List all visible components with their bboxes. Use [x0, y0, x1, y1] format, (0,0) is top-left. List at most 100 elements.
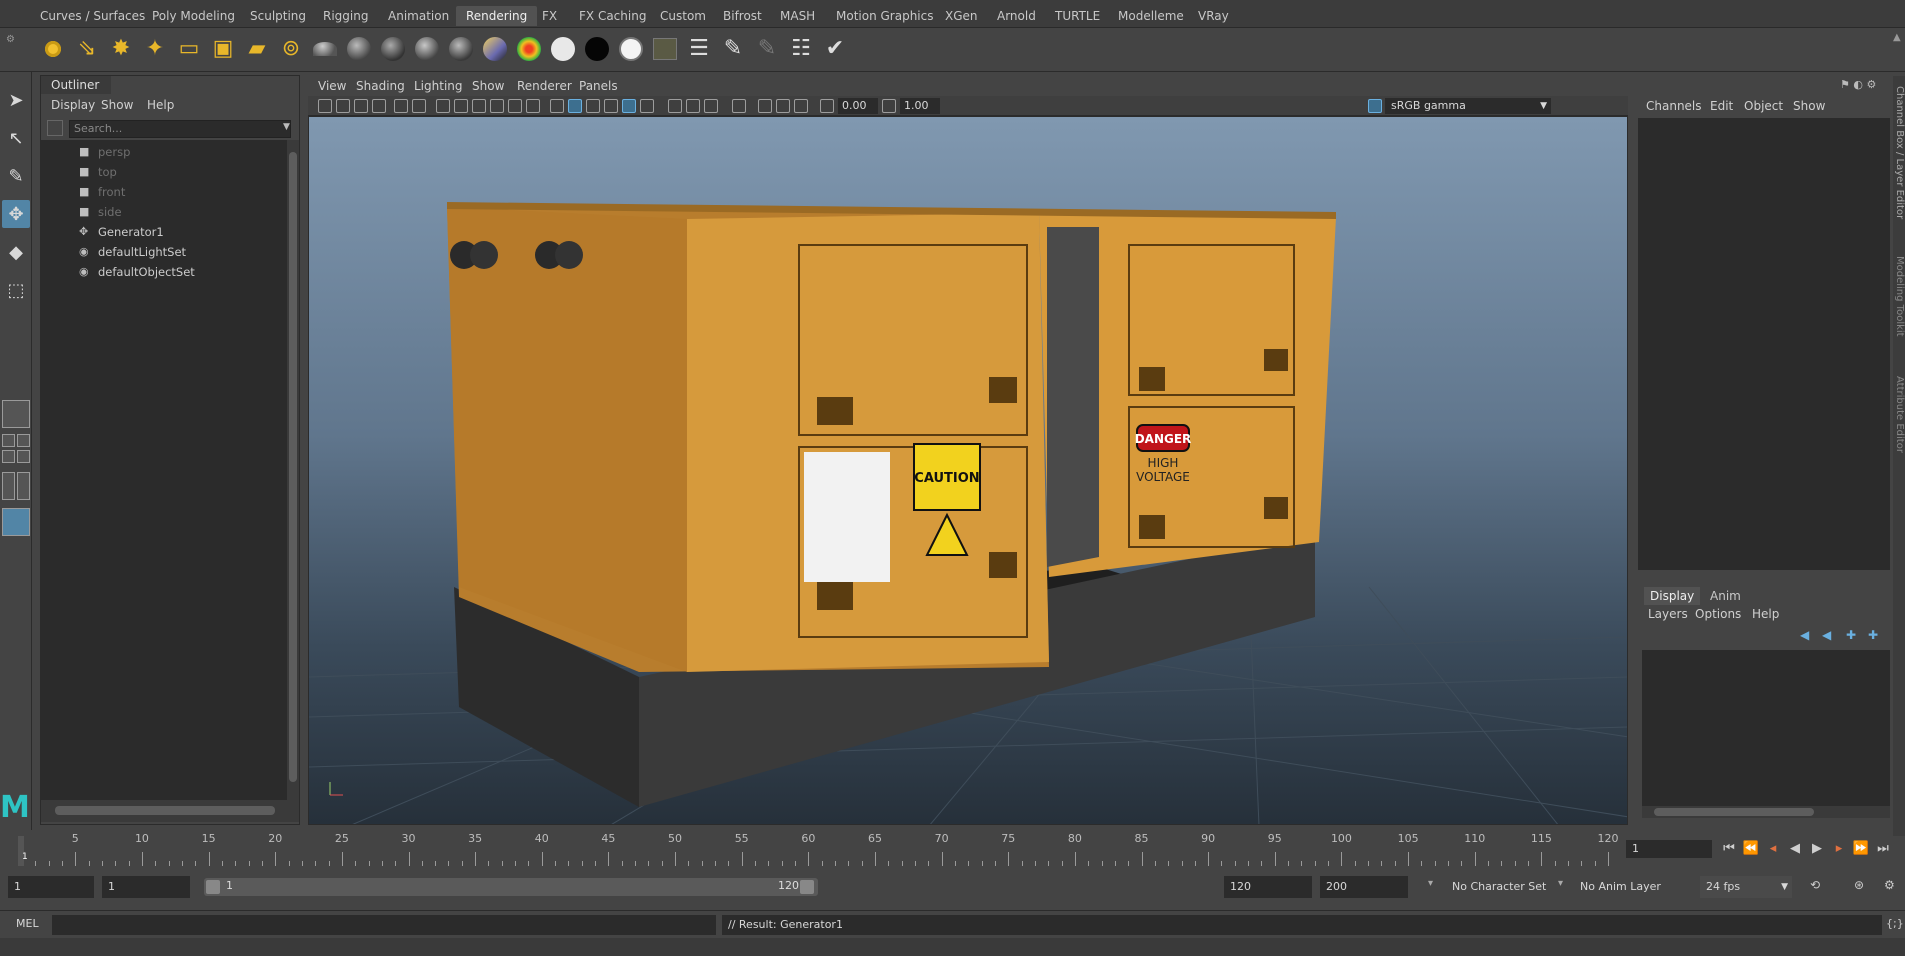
outliner-horizontal-scrollbar[interactable] [41, 800, 299, 822]
search-options-icon[interactable] [47, 120, 63, 136]
volume-light-icon[interactable]: ▣ [208, 34, 238, 64]
ramp-material-icon[interactable] [480, 34, 510, 64]
current-frame-field[interactable]: 1 [1626, 840, 1712, 858]
loop-icon[interactable]: ⟲ [1810, 878, 1820, 892]
exposure-field[interactable]: 0.00 [838, 98, 878, 114]
panel-toggle-icons[interactable]: ⚑ ◐ ⚙ [1840, 78, 1890, 94]
image-plane-icon[interactable] [372, 99, 386, 113]
render-settings-icon[interactable]: ☰ [684, 34, 714, 64]
single-perspective-layout-icon[interactable] [2, 400, 30, 428]
tab-rigging[interactable]: Rigging [313, 6, 378, 26]
white-material-icon[interactable] [548, 34, 578, 64]
viewport-menu-renderer[interactable]: Renderer [517, 79, 572, 93]
anim-preferences-icon[interactable]: ⚙ [1884, 878, 1895, 892]
viewport-menu-view[interactable]: View [318, 79, 346, 93]
outliner-menu-help[interactable]: Help [147, 98, 174, 112]
color-space-select[interactable]: sRGB gamma ▼ [1385, 98, 1551, 114]
smooth-shade-icon[interactable] [568, 99, 582, 113]
textured-icon[interactable] [622, 99, 636, 113]
outliner-item-generator1[interactable]: ✥ Generator1 [41, 222, 287, 242]
tab-rendering[interactable]: Rendering [456, 6, 538, 26]
shelf-options-icon[interactable]: ⚙ [6, 34, 15, 64]
tab-fx-caching[interactable]: FX Caching [569, 6, 656, 26]
tab-curves-surfaces[interactable]: Curves / Surfaces [30, 6, 155, 26]
viewport-menu-panels[interactable]: Panels [579, 79, 618, 93]
tab-fx[interactable]: FX [532, 6, 567, 26]
step-forward-frame-icon[interactable]: ▸ [1830, 840, 1848, 858]
use-all-lights-icon[interactable] [640, 99, 654, 113]
channel-box-menu-channels[interactable]: Channels [1646, 99, 1702, 113]
resolution-gate-icon[interactable] [472, 99, 486, 113]
tab-arnold[interactable]: Arnold [987, 6, 1046, 26]
outliner-menu-show[interactable]: Show [101, 98, 133, 112]
four-view-layout-icon[interactable] [2, 434, 15, 447]
playback-end-field[interactable]: 120 [1224, 876, 1312, 898]
field-chart-icon[interactable] [508, 99, 522, 113]
step-forward-key-icon[interactable]: ⏩ [1852, 840, 1870, 858]
outliner-item-front[interactable]: ■ front [41, 182, 287, 202]
film-gate-icon[interactable] [454, 99, 468, 113]
play-forwards-icon[interactable]: ▶ [1808, 840, 1826, 858]
blinn-material-icon[interactable] [310, 34, 340, 64]
tab-channel-box-layer-editor[interactable]: Channel Box / Layer Editor [1891, 86, 1905, 246]
spot-light-icon[interactable]: ✦ [140, 34, 170, 64]
perspective-viewport[interactable]: CAUTION DANGER HIGH VOLTAGE [308, 116, 1628, 825]
gamma-field[interactable]: 1.00 [900, 98, 940, 114]
surface-material-icon[interactable] [616, 34, 646, 64]
two-pane-layout-icon[interactable] [2, 472, 15, 500]
render-setup-icon[interactable]: ✔ [820, 34, 850, 64]
2d-pan-zoom-icon[interactable] [394, 99, 408, 113]
anim-layer-field[interactable]: No Anim Layer [1580, 878, 1661, 896]
layer-menu-layers[interactable]: Layers [1648, 607, 1688, 621]
channel-box-menu-object[interactable]: Object [1744, 99, 1783, 113]
side-by-side-layout-icon[interactable] [17, 472, 30, 500]
move-layer-up-icon[interactable]: ◀ [1800, 628, 1809, 642]
mel-input[interactable] [52, 915, 716, 935]
persp-graph-layout-icon[interactable] [2, 450, 15, 463]
range-end-handle[interactable] [800, 880, 814, 894]
go-to-start-icon[interactable]: ⏮ [1720, 840, 1738, 858]
tab-mash[interactable]: MASH [770, 6, 825, 26]
auto-key-icon[interactable]: ⊛ [1854, 878, 1864, 892]
motion-blur-icon[interactable] [704, 99, 718, 113]
default-material-icon[interactable] [586, 99, 600, 113]
ipr-render-icon[interactable]: ✎ [752, 34, 782, 64]
shelf-scroll-icon[interactable]: ▲ [1893, 32, 1903, 66]
directional-light-icon[interactable]: ⇘ [72, 34, 102, 64]
grease-pencil-icon[interactable] [412, 99, 426, 113]
playback-start-field[interactable]: 1 [102, 876, 190, 898]
search-dropdown-icon[interactable]: ▼ [283, 122, 290, 132]
search-input[interactable]: Search... [69, 120, 291, 138]
go-to-end-icon[interactable]: ⏭ [1874, 840, 1892, 858]
outliner-item-top[interactable]: ■ top [41, 162, 287, 182]
color-management-icon[interactable] [1368, 99, 1382, 113]
backface-culling-icon[interactable] [794, 99, 808, 113]
tab-motion-graphics[interactable]: Motion Graphics [826, 6, 944, 26]
safe-action-icon[interactable] [526, 99, 540, 113]
tab-attribute-editor[interactable]: Attribute Editor [1891, 376, 1905, 496]
animation-end-field[interactable]: 200 [1320, 876, 1408, 898]
area-light-icon[interactable]: ▭ [174, 34, 204, 64]
xray-icon[interactable] [758, 99, 772, 113]
character-set-field[interactable]: No Character Set [1452, 878, 1546, 896]
phong-material-icon[interactable] [378, 34, 408, 64]
camera-icon[interactable]: ▰ [242, 34, 272, 64]
outliner-item-side[interactable]: ■ side [41, 202, 287, 222]
step-back-key-icon[interactable]: ⏪ [1742, 840, 1760, 858]
outliner-vertical-scrollbar[interactable] [287, 140, 299, 800]
tab-animation[interactable]: Animation [378, 6, 459, 26]
script-editor-icon[interactable]: {;} [1886, 917, 1904, 930]
black-material-icon[interactable] [582, 34, 612, 64]
play-backwards-icon[interactable]: ◀ [1786, 840, 1804, 858]
tab-vray[interactable]: VRay [1188, 6, 1239, 26]
isolate-select-icon[interactable] [732, 99, 746, 113]
xray-joints-icon[interactable] [776, 99, 790, 113]
fps-select[interactable]: 24 fps ▼ [1700, 876, 1792, 898]
tab-turtle[interactable]: TURTLE [1045, 6, 1110, 26]
wireframe-icon[interactable] [550, 99, 564, 113]
persp-outliner-layout-icon[interactable] [17, 450, 30, 463]
exposure-icon[interactable] [820, 99, 834, 113]
camera-aim-icon[interactable]: ⊚ [276, 34, 306, 64]
select-tool-icon[interactable]: ➤ [2, 86, 30, 114]
tab-xgen[interactable]: XGen [935, 6, 988, 26]
